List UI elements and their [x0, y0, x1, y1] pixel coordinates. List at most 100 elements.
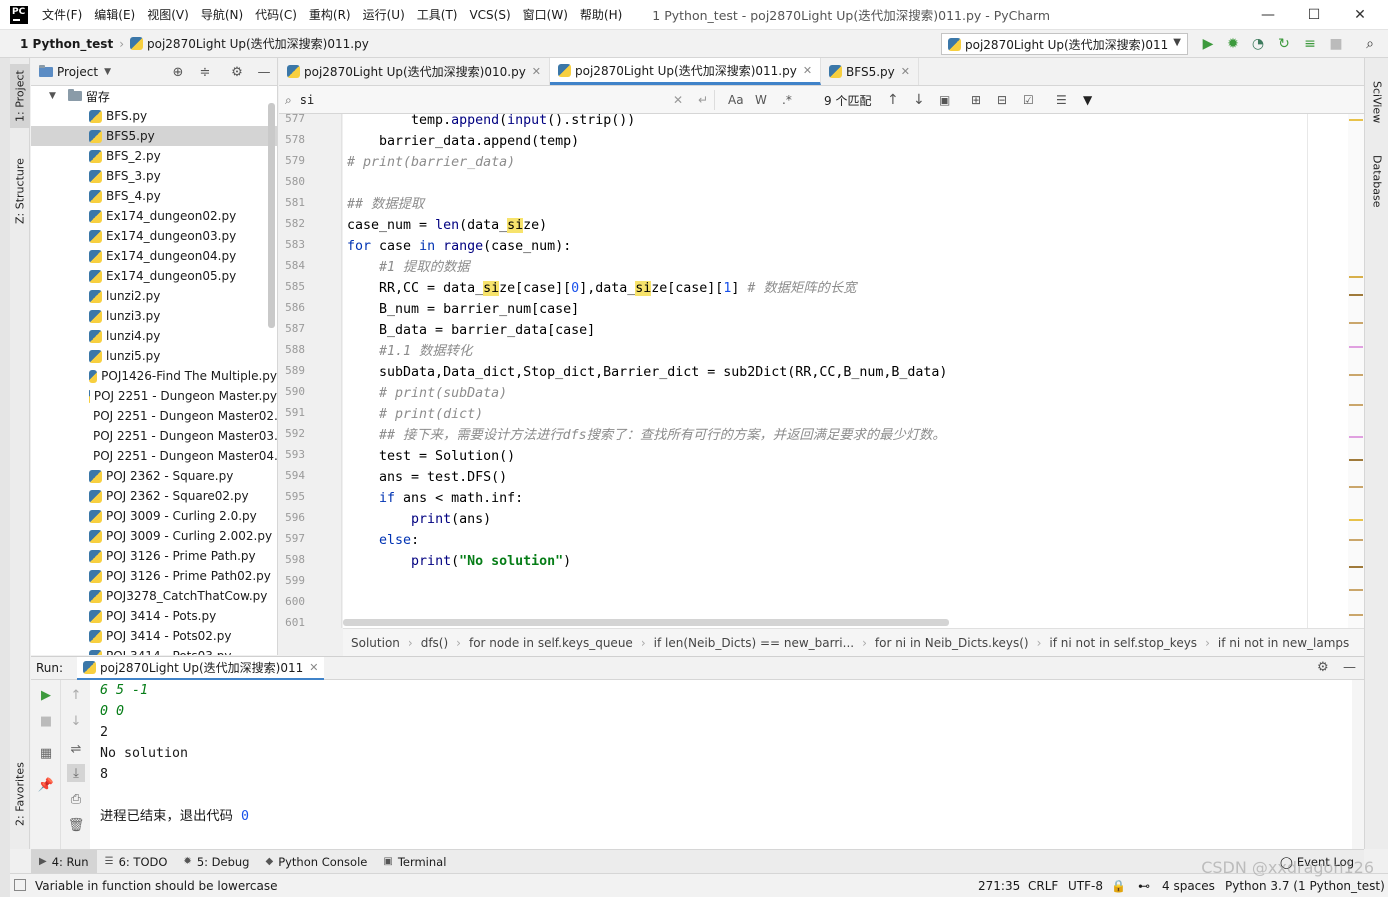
sciview-tool-tab[interactable]: SciView: [1367, 72, 1387, 132]
caret-position[interactable]: 271:35: [978, 874, 1020, 897]
breadcrumb-item[interactable]: dfs(): [413, 636, 456, 650]
breadcrumb-item[interactable]: if ni not in new_lamps: [1210, 636, 1357, 650]
breadcrumb-item[interactable]: if ni not in self.stop_keys: [1041, 636, 1205, 650]
breadcrumb-item[interactable]: if len(Neib_Dicts) == new_barri...: [646, 636, 862, 650]
code-editor[interactable]: temp.append(input().strip()) barrier_dat…: [343, 114, 1353, 628]
structure-tool-tab[interactable]: Z: Structure: [10, 150, 30, 232]
filter-icon[interactable]: ▼: [1083, 92, 1092, 108]
profile-icon[interactable]: ↻: [1275, 35, 1293, 53]
menu-help[interactable]: 帮助(H): [574, 0, 628, 30]
project-tool-tab[interactable]: 1: Project: [10, 64, 30, 128]
tree-file-item[interactable]: Ex174_dungeon03.py: [31, 226, 277, 246]
scroll-to-end-icon[interactable]: ⤓: [67, 764, 85, 782]
close-icon[interactable]: ✕: [532, 65, 541, 78]
tree-file-item[interactable]: lunzi2.py: [31, 286, 277, 306]
trash-icon[interactable]: 🗑: [67, 816, 85, 834]
clear-icon[interactable]: ✕: [673, 93, 683, 107]
menu-edit[interactable]: 编辑(E): [88, 0, 141, 30]
tree-file-item[interactable]: lunzi4.py: [31, 326, 277, 346]
remove-occurrence-icon[interactable]: ⊟: [997, 92, 1007, 108]
previous-match-icon[interactable]: ↑: [887, 92, 899, 108]
menu-vcs[interactable]: VCS(S): [463, 0, 516, 30]
close-icon[interactable]: ✕: [309, 661, 318, 674]
select-all-occurrences-icon[interactable]: ▣: [939, 92, 950, 108]
print-icon[interactable]: ⎙: [67, 790, 85, 808]
match-case-button[interactable]: Aa: [728, 92, 744, 108]
regex-button[interactable]: .*: [782, 92, 792, 108]
new-line-icon[interactable]: ↵: [698, 93, 708, 107]
close-window-button[interactable]: ✕: [1337, 0, 1383, 30]
next-match-icon[interactable]: ↓: [913, 92, 925, 108]
menu-refactor[interactable]: 重构(R): [303, 0, 357, 30]
tree-file-item[interactable]: POJ 3009 - Curling 2.002.py: [31, 526, 277, 546]
tree-file-item[interactable]: POJ 2251 - Dungeon Master.py: [31, 386, 277, 406]
locate-file-icon[interactable]: ⊕: [170, 64, 186, 80]
chevron-down-icon[interactable]: ▼: [49, 91, 56, 101]
tree-file-item[interactable]: POJ1426-Find The Multiple.py: [31, 366, 277, 386]
nav-crumb-project[interactable]: 1 Python_test: [20, 37, 113, 51]
hide-panel-icon[interactable]: —: [1343, 660, 1356, 675]
tree-file-item[interactable]: BFS_2.py: [31, 146, 277, 166]
menu-tools[interactable]: 工具(T): [411, 0, 464, 30]
editor-tab-010[interactable]: poj2870Light Up(迭代加深搜索)010.py ✕: [279, 58, 551, 85]
rerun-icon[interactable]: ▶: [37, 686, 55, 704]
tree-file-item[interactable]: POJ 3414 - Pots.py: [31, 606, 277, 626]
python-interpreter[interactable]: Python 3.7 (1 Python_test): [1225, 874, 1385, 897]
tree-file-item[interactable]: Ex174_dungeon02.py: [31, 206, 277, 226]
context-icon[interactable]: ☰: [1056, 92, 1067, 108]
project-view-select[interactable]: Project: [57, 65, 98, 79]
coverage-icon[interactable]: ◔: [1249, 35, 1267, 53]
layout-icon[interactable]: ▦: [37, 744, 55, 762]
project-scrollbar[interactable]: [268, 103, 275, 328]
scroll-up-icon[interactable]: ↑: [67, 686, 85, 704]
console-scrollbar[interactable]: [1352, 680, 1364, 849]
scroll-down-icon[interactable]: ↓: [67, 712, 85, 730]
tree-file-item[interactable]: BFS_4.py: [31, 186, 277, 206]
find-input[interactable]: ⌕ si ✕ ↵: [285, 90, 715, 110]
breadcrumb-item[interactable]: for node in self.keys_queue: [461, 636, 641, 650]
editor-tab-bfs5[interactable]: BFS5.py ✕: [821, 58, 919, 85]
select-occurrences-icon[interactable]: ☑: [1023, 92, 1034, 108]
git-icon[interactable]: ⊷: [1138, 874, 1150, 897]
tree-file-item[interactable]: POJ 2362 - Square02.py: [31, 486, 277, 506]
close-icon[interactable]: ✕: [803, 64, 812, 77]
pin-icon[interactable]: 📌: [37, 776, 55, 794]
lock-icon[interactable]: 🔒: [1111, 874, 1126, 897]
add-occurrence-icon[interactable]: ⊞: [971, 92, 981, 108]
menu-view[interactable]: 视图(V): [141, 0, 195, 30]
tree-file-item[interactable]: POJ 2251 - Dungeon Master04.py: [31, 446, 277, 466]
run-icon[interactable]: ▶: [1199, 35, 1217, 53]
line-separator[interactable]: CRLF: [1028, 874, 1058, 897]
breadcrumb-item[interactable]: for ni in Neib_Dicts.keys(): [867, 636, 1037, 650]
tree-folder-root[interactable]: ▼ 留存: [31, 86, 277, 106]
tree-file-item[interactable]: POJ 3009 - Curling 2.0.py: [31, 506, 277, 526]
maximize-button[interactable]: ☐: [1291, 0, 1337, 30]
run-console[interactable]: 6 5 -1 0 0 2 No solution 8 进程已结束，退出代码 0: [90, 680, 1352, 849]
soft-wrap-icon[interactable]: ⇌: [67, 740, 85, 758]
debug-tool-button[interactable]: ✹ 5: Debug: [175, 850, 257, 874]
menu-run[interactable]: 运行(U): [357, 0, 411, 30]
editor-tab-011[interactable]: poj2870Light Up(迭代加深搜索)011.py ✕: [550, 58, 822, 85]
breadcrumb-item[interactable]: Solution: [343, 636, 408, 650]
nav-crumb-file[interactable]: poj2870Light Up(迭代加深搜索)011.py: [130, 35, 369, 52]
debug-icon[interactable]: ✹: [1224, 35, 1242, 53]
tree-file-item[interactable]: POJ 3414 - Pots02.py: [31, 626, 277, 646]
build-icon[interactable]: ≡: [1301, 35, 1319, 53]
tree-file-item[interactable]: POJ 2362 - Square.py: [31, 466, 277, 486]
gear-icon[interactable]: ⚙: [229, 64, 245, 80]
tree-file-item[interactable]: POJ 2251 - Dungeon Master02.py: [31, 406, 277, 426]
menu-window[interactable]: 窗口(W): [517, 0, 574, 30]
minimize-button[interactable]: —: [1245, 0, 1291, 30]
favorites-tool-tab[interactable]: 2: Favorites: [10, 748, 30, 840]
tree-file-item[interactable]: BFS_3.py: [31, 166, 277, 186]
tree-file-item[interactable]: POJ 3126 - Prime Path.py: [31, 546, 277, 566]
collapse-all-icon[interactable]: ≑: [197, 64, 213, 80]
tree-file-item[interactable]: Ex174_dungeon05.py: [31, 266, 277, 286]
menu-code[interactable]: 代码(C): [249, 0, 303, 30]
terminal-tool-button[interactable]: ▣ Terminal: [375, 850, 454, 874]
tree-file-item[interactable]: POJ 3126 - Prime Path02.py: [31, 566, 277, 586]
search-icon[interactable]: ⌕: [1361, 35, 1379, 53]
menu-navigate[interactable]: 导航(N): [195, 0, 249, 30]
tree-file-item[interactable]: Ex174_dungeon04.py: [31, 246, 277, 266]
tree-file-item[interactable]: lunzi3.py: [31, 306, 277, 326]
